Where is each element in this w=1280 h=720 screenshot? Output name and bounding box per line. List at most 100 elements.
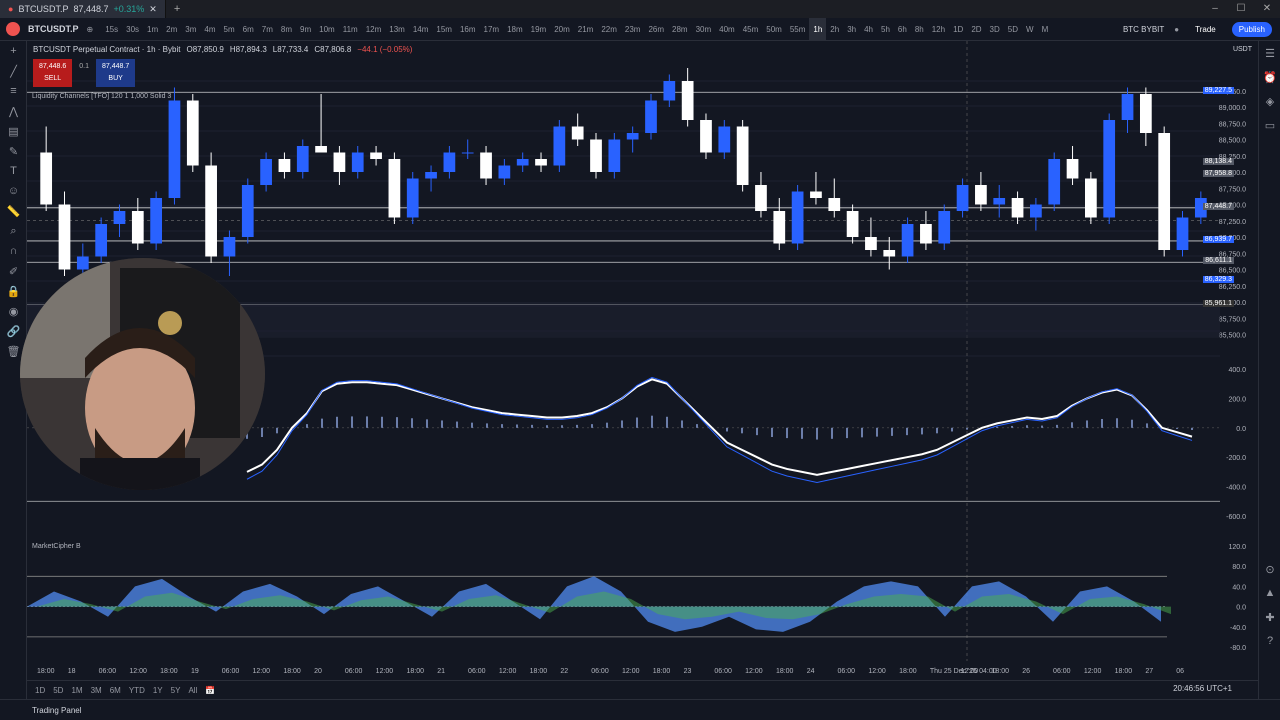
liquidity-indicator-label[interactable]: Liquidity Channels [TFO] 120 1 1,000 Sol… — [32, 93, 171, 100]
timeframe-12m[interactable]: 12m — [362, 18, 386, 41]
zoom-icon[interactable]: ⌕ — [0, 221, 27, 241]
trade-button[interactable]: Trade — [1189, 23, 1222, 36]
magnet-icon[interactable]: ∩ — [0, 241, 27, 261]
timeframe-23m[interactable]: 23m — [621, 18, 645, 41]
alerts-icon[interactable]: ⏰ — [1259, 65, 1280, 89]
timeframe-55m[interactable]: 55m — [786, 18, 810, 41]
calendar-icon[interactable]: ✚ — [1259, 605, 1280, 629]
timeframe-19m[interactable]: 19m — [527, 18, 551, 41]
publish-button[interactable]: Publish — [1231, 22, 1272, 37]
timeframe-8m[interactable]: 8m — [277, 18, 296, 41]
range-YTD[interactable]: YTD — [129, 686, 145, 695]
range-5Y[interactable]: 5Y — [171, 686, 181, 695]
timeframe-6m[interactable]: 6m — [239, 18, 258, 41]
price-tag[interactable]: 86,611.1 — [1203, 257, 1234, 265]
notifications-icon[interactable]: ⊙ — [1259, 557, 1280, 581]
range-5D[interactable]: 5D — [53, 686, 63, 695]
close-tab-icon[interactable]: ✕ — [149, 4, 157, 15]
timeframe-50m[interactable]: 50m — [762, 18, 786, 41]
timeframe-6h[interactable]: 6h — [894, 18, 911, 41]
timeframe-15m[interactable]: 15m — [432, 18, 456, 41]
timeframe-3D[interactable]: 3D — [986, 18, 1004, 41]
timeframe-17m[interactable]: 17m — [480, 18, 504, 41]
price-tag[interactable]: 86,329.3 — [1202, 275, 1234, 283]
timeframe-12h[interactable]: 12h — [928, 18, 949, 41]
timeframe-20m[interactable]: 20m — [550, 18, 574, 41]
minimize-icon[interactable]: – — [1202, 0, 1228, 18]
range-6M[interactable]: 6M — [110, 686, 121, 695]
price-tag[interactable]: 87,958.8 — [1202, 169, 1234, 177]
timeframe-21m[interactable]: 21m — [574, 18, 598, 41]
goto-date-icon[interactable]: 📅 — [205, 686, 215, 695]
trendline-icon[interactable]: ╱ — [0, 61, 27, 81]
user-avatar[interactable] — [6, 22, 20, 36]
timeframe-10m[interactable]: 10m — [315, 18, 339, 41]
timeframe-9m[interactable]: 9m — [296, 18, 315, 41]
timeframe-16m[interactable]: 16m — [456, 18, 480, 41]
price-tag[interactable]: 85,961.1 — [1202, 299, 1234, 307]
symbol-search[interactable]: BTCUSDT.P — [28, 24, 79, 34]
trading-panel-tab[interactable]: Trading Panel — [32, 706, 82, 715]
timeframe-14m[interactable]: 14m — [409, 18, 433, 41]
lock-icon[interactable]: 🔒 — [0, 281, 27, 301]
add-symbol-icon[interactable]: ⊕ — [87, 25, 94, 34]
timeframe-1h[interactable]: 1h — [809, 17, 827, 41]
broker-label[interactable]: BTC BYBIT — [1123, 25, 1164, 34]
help-icon[interactable]: ? — [1259, 629, 1280, 653]
clock[interactable]: 20:46:56 UTC+1 — [1173, 684, 1232, 693]
sell-button[interactable]: 87,448.6 SELL — [33, 59, 73, 87]
buy-button[interactable]: 87,448.7 BUY — [95, 59, 136, 87]
range-1D[interactable]: 1D — [35, 686, 45, 695]
timeframe-26m[interactable]: 26m — [644, 18, 668, 41]
price-tag[interactable]: 89,227.5 — [1202, 87, 1234, 95]
timeframe-30s[interactable]: 30s — [122, 18, 143, 41]
brush-icon[interactable]: ✎ — [0, 141, 27, 161]
timeframe-8h[interactable]: 8h — [911, 18, 928, 41]
chat-icon[interactable]: ▭ — [1259, 113, 1280, 137]
timeframe-13m[interactable]: 13m — [385, 18, 409, 41]
timeframe-28m[interactable]: 28m — [668, 18, 692, 41]
forecast-icon[interactable]: ▤ — [0, 121, 27, 141]
timeframe-5D[interactable]: 5D — [1004, 18, 1022, 41]
price-tag[interactable]: 87,448.7 — [1202, 202, 1234, 210]
maximize-icon[interactable]: ☐ — [1228, 0, 1254, 18]
range-1Y[interactable]: 1Y — [153, 686, 163, 695]
timeframe-1m[interactable]: 1m — [143, 18, 162, 41]
range-3M[interactable]: 3M — [91, 686, 102, 695]
timeframe-40m[interactable]: 40m — [715, 18, 739, 41]
price-tag[interactable]: 86,939.7 — [1202, 235, 1234, 243]
timeframe-5h[interactable]: 5h — [877, 18, 894, 41]
currency-label[interactable]: USDT — [1233, 46, 1252, 53]
timeframe-45m[interactable]: 45m — [739, 18, 763, 41]
timeframe-22m[interactable]: 22m — [597, 18, 621, 41]
eye-icon[interactable]: ◉ — [0, 301, 27, 321]
timeframe-5m[interactable]: 5m — [220, 18, 239, 41]
pattern-icon[interactable]: ⋀ — [0, 101, 27, 121]
timeframe-18m[interactable]: 18m — [503, 18, 527, 41]
range-All[interactable]: All — [188, 686, 197, 695]
hotlist-icon[interactable]: ▲ — [1259, 581, 1280, 605]
timeframe-4m[interactable]: 4m — [200, 18, 219, 41]
ruler-icon[interactable]: 📏 — [0, 201, 27, 221]
marketcipher-indicator-label[interactable]: MarketCipher B — [32, 543, 81, 550]
timeframe-11m[interactable]: 11m — [339, 18, 362, 41]
crosshair-icon[interactable]: + — [0, 41, 27, 61]
close-window-icon[interactable]: ✕ — [1254, 0, 1280, 18]
new-tab-icon[interactable]: + — [174, 3, 180, 15]
timeframe-4h[interactable]: 4h — [860, 18, 877, 41]
timeframe-7m[interactable]: 7m — [258, 18, 277, 41]
legend-title[interactable]: BTCUSDT Perpetual Contract · 1h · Bybit — [33, 45, 180, 54]
timeframe-3m[interactable]: 3m — [181, 18, 200, 41]
add-icon[interactable]: ● — [1174, 25, 1179, 34]
emoji-icon[interactable]: ☺ — [0, 181, 27, 201]
timeframe-30m[interactable]: 30m — [692, 18, 716, 41]
timeframe-1D[interactable]: 1D — [949, 18, 967, 41]
lock-drawing-icon[interactable]: ✐ — [0, 261, 27, 281]
watchlist-icon[interactable]: ☰ — [1259, 41, 1280, 65]
text-icon[interactable]: T — [0, 161, 27, 181]
timeframe-15s[interactable]: 15s — [101, 18, 122, 41]
layers-icon[interactable]: ◈ — [1259, 89, 1280, 113]
browser-tab[interactable]: ● BTCUSDT.P 87,448.7 +0.31% ✕ — [0, 0, 166, 18]
timeframe-W[interactable]: W — [1022, 18, 1038, 41]
timeframe-2D[interactable]: 2D — [967, 18, 985, 41]
